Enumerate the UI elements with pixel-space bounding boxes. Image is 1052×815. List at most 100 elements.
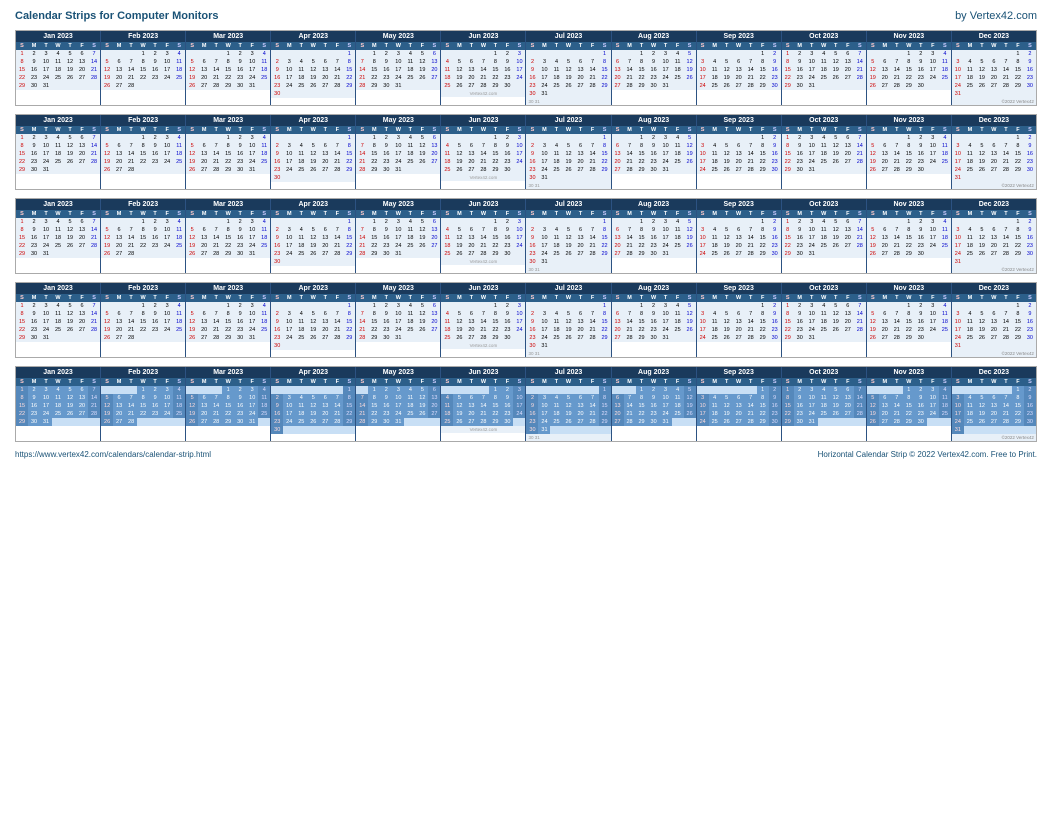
day-cell: 21: [624, 158, 636, 166]
day-cell: 10: [806, 58, 818, 66]
dow-cell: T: [40, 126, 52, 134]
day-empty: [295, 218, 307, 226]
day-cell: 27: [319, 166, 331, 174]
day-cell: 3: [660, 302, 672, 310]
day-cell: 5: [830, 218, 842, 226]
day-cell: 19: [721, 242, 733, 250]
day-cell: 7: [125, 394, 137, 402]
day-cell: 12: [453, 234, 465, 242]
watermark: Vertex42.com: [441, 426, 525, 433]
day-cell: 17: [660, 402, 672, 410]
day-cell: 19: [186, 326, 198, 334]
dow-cell: T: [550, 126, 562, 134]
day-cell: 11: [173, 394, 185, 402]
day-cell: 17: [697, 242, 709, 250]
dow-cell: W: [52, 378, 64, 386]
day-cell: 25: [550, 166, 562, 174]
day-empty: [186, 386, 198, 394]
day-empty: [964, 50, 976, 58]
day-cell: 5: [416, 134, 428, 142]
day-cell: 19: [307, 410, 319, 418]
day-cell: 27: [988, 334, 1000, 342]
day-cell: 17: [952, 74, 964, 82]
day-empty: [599, 174, 611, 182]
copyright-note: ©2022 Vertex42: [952, 350, 1036, 357]
dow-cell: F: [1012, 126, 1024, 134]
day-cell: 20: [113, 74, 125, 82]
dow-cell: T: [465, 210, 477, 218]
day-cell: 3: [283, 142, 295, 150]
day-cell: 8: [222, 310, 234, 318]
day-cell: 17: [927, 318, 939, 326]
day-cell: 12: [307, 318, 319, 326]
dow-cell: T: [319, 42, 331, 50]
day-cell: 17: [283, 326, 295, 334]
day-cell: 1: [599, 134, 611, 142]
day-cell: 28: [125, 250, 137, 258]
day-cell: 7: [88, 50, 100, 58]
day-cell: 30: [1024, 82, 1036, 90]
dow-cell: W: [648, 126, 660, 134]
day-cell: 19: [453, 326, 465, 334]
dow-cell: T: [40, 294, 52, 302]
day-cell: 29: [222, 166, 234, 174]
day-cell: 8: [599, 226, 611, 234]
dow-cell: W: [477, 294, 489, 302]
day-cell: 4: [550, 142, 562, 150]
dow-cell: M: [538, 294, 550, 302]
day-cell: 7: [88, 302, 100, 310]
month-header: Jun 2023: [441, 31, 525, 42]
day-cell: 24: [660, 158, 672, 166]
month-header: Jul 2023: [526, 115, 610, 126]
day-cell: 18: [818, 402, 830, 410]
day-cell: 6: [113, 226, 125, 234]
day-cell: 1: [903, 134, 915, 142]
dow-cell: W: [392, 210, 404, 218]
day-cell: 26: [721, 334, 733, 342]
day-cell: 10: [283, 234, 295, 242]
day-cell: 21: [854, 150, 866, 158]
day-cell: 7: [854, 134, 866, 142]
day-cell: 20: [612, 242, 624, 250]
day-cell: 21: [854, 318, 866, 326]
day-cell: 25: [404, 410, 416, 418]
day-cell: 28: [1000, 250, 1012, 258]
day-cell: 19: [64, 66, 76, 74]
day-cell: 15: [489, 318, 501, 326]
day-cell: 11: [258, 310, 270, 318]
dow-cell: F: [416, 42, 428, 50]
day-cell: 28: [356, 82, 368, 90]
dow-cell: W: [903, 126, 915, 134]
day-empty: [331, 218, 343, 226]
day-cell: 9: [501, 58, 513, 66]
day-cell: 15: [1012, 318, 1024, 326]
day-cell: 29: [782, 334, 794, 342]
day-empty: [441, 134, 453, 142]
day-empty: [137, 250, 149, 258]
day-cell: 8: [343, 394, 355, 402]
day-empty: [550, 302, 562, 310]
dow-cell: S: [854, 378, 866, 386]
dow-cell: T: [830, 378, 842, 386]
day-empty: [331, 174, 343, 182]
day-cell: 6: [879, 310, 891, 318]
day-empty: [927, 82, 939, 90]
day-empty: [891, 386, 903, 394]
dow-cell: F: [927, 42, 939, 50]
day-cell: 9: [1024, 394, 1036, 402]
day-cell: 18: [441, 242, 453, 250]
day-cell: 22: [489, 74, 501, 82]
month-apr-2023: Apr 2023SMTWTFS1234567891011121314151617…: [271, 283, 356, 357]
dow-cell: M: [113, 210, 125, 218]
day-empty: [854, 418, 866, 426]
day-cell: 1: [636, 50, 648, 58]
day-cell: 22: [489, 410, 501, 418]
day-cell: 11: [404, 226, 416, 234]
day-cell: 2: [915, 302, 927, 310]
day-cell: 7: [854, 50, 866, 58]
day-empty: [428, 250, 440, 258]
day-cell: 21: [88, 150, 100, 158]
day-cell: 19: [64, 318, 76, 326]
day-cell: 19: [684, 66, 696, 74]
day-cell: 5: [416, 302, 428, 310]
